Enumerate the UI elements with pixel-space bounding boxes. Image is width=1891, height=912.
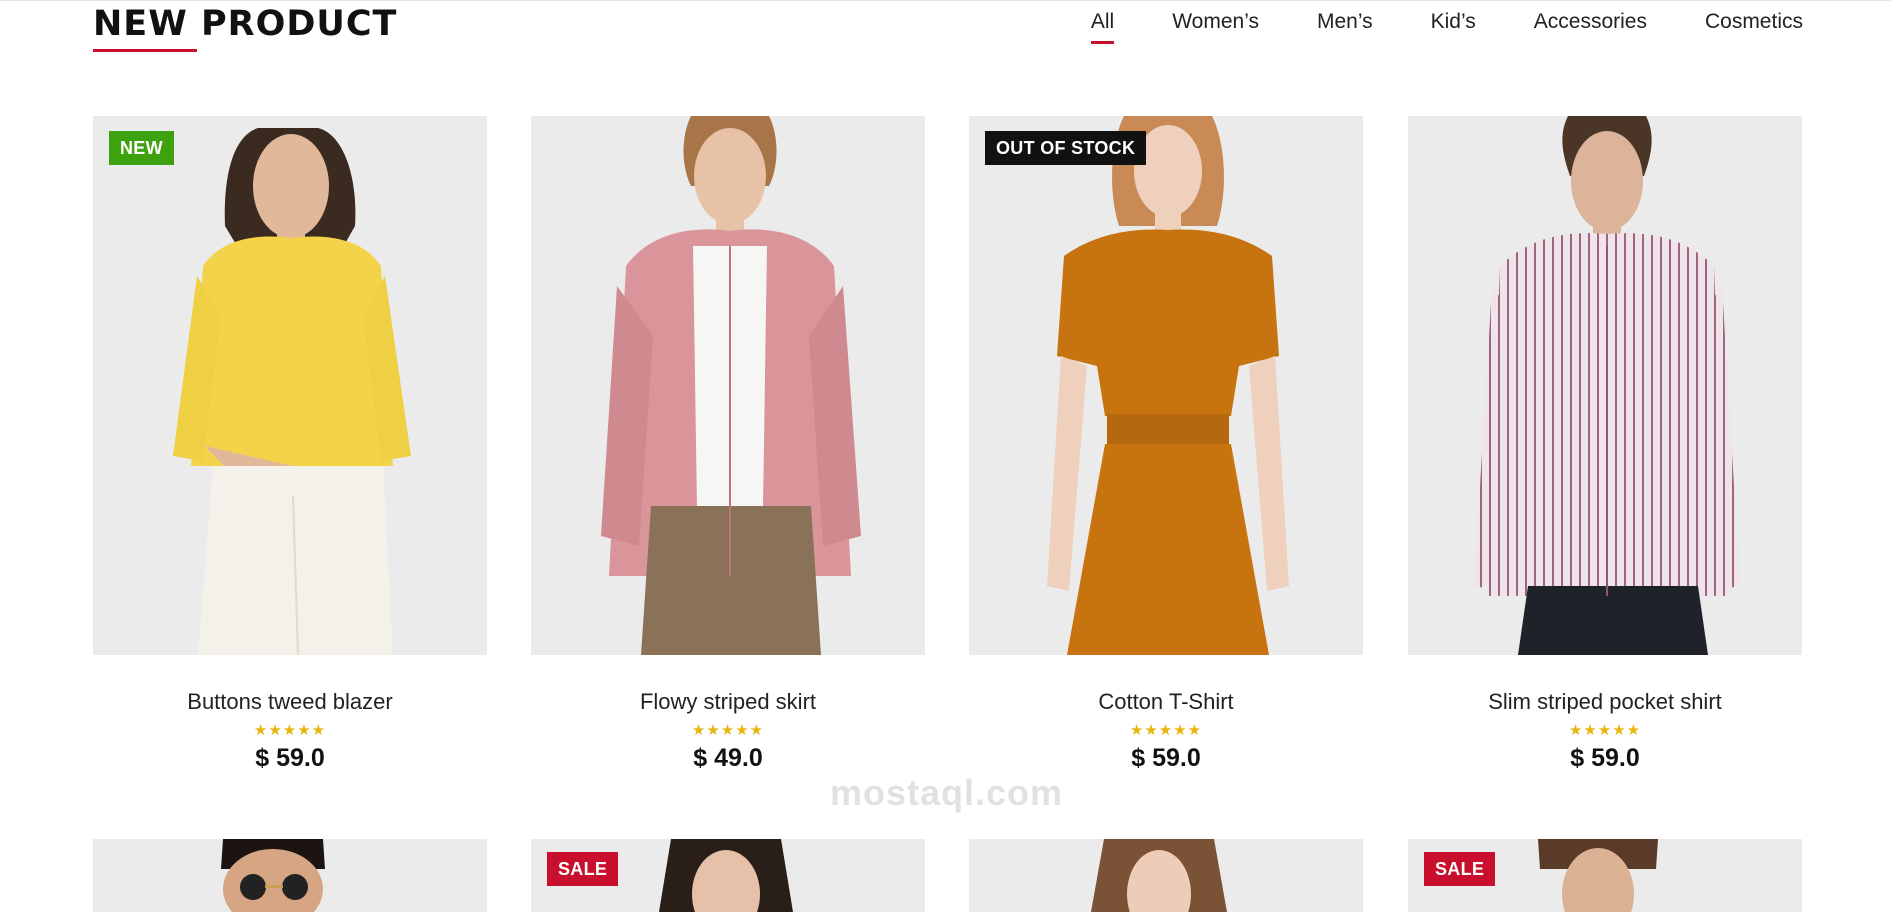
product-price: $ 59.0 [255,744,325,772]
filter-tab-all[interactable]: All [1090,9,1115,44]
product-name[interactable]: Cotton T-Shirt [969,689,1363,715]
section-title-underline [93,49,197,52]
star-rating-icon: ★★★★★ [1129,722,1203,739]
model-woman-illustration [1091,839,1227,912]
badge-out-of-stock: OUT OF STOCK [985,131,1147,165]
product-image[interactable] [531,116,925,655]
product-card[interactable] [969,839,1363,912]
product-image[interactable]: OUT OF STOCK [969,116,1363,655]
filter-tab-mens[interactable]: Men’s [1317,9,1373,35]
product-card[interactable]: SALE [1408,839,1802,912]
category-filter-tabs: All Women’s Men’s Kid’s Accessories Cosm… [1090,9,1803,44]
model-yellow-top-illustration [173,128,411,655]
badge-sale: SALE [547,852,619,886]
star-rating-icon: ★★★★★ [691,722,765,739]
filter-tab-kids[interactable]: Kid’s [1431,9,1476,35]
product-card[interactable]: Flowy striped skirt ★★★★★ $ 49.0 [531,116,925,773]
model-sunglasses-illustration [221,839,325,912]
product-name[interactable]: Buttons tweed blazer [93,689,487,715]
filter-tab-womens[interactable]: Women’s [1172,9,1259,35]
product-image[interactable]: SALE [1408,839,1802,912]
product-price: $ 59.0 [1131,744,1201,772]
product-image[interactable]: SALE [531,839,925,912]
product-image[interactable]: NEW [93,116,487,655]
badge-new: NEW [109,131,174,165]
filter-tab-accessories[interactable]: Accessories [1534,9,1647,35]
product-card[interactable]: Slim striped pocket shirt ★★★★★ $ 59.0 [1408,116,1802,773]
star-rating-icon: ★★★★★ [253,722,327,739]
filter-tab-cosmetics[interactable]: Cosmetics [1705,9,1803,35]
model-striped-shirt-illustration [1474,116,1740,655]
star-rating-icon: ★★★★★ [1568,722,1642,739]
product-card[interactable]: OUT OF STOCK Cotton T-Shirt ★★★★★ $ 59.0 [969,116,1363,773]
product-name[interactable]: Slim striped pocket shirt [1408,689,1802,715]
section-title: NEW PRODUCT [93,4,398,44]
product-price: $ 49.0 [693,744,763,772]
model-orange-dress-illustration [1047,116,1289,655]
product-card[interactable] [93,839,487,912]
watermark-text: mostaql.com [830,772,1064,813]
product-image[interactable] [93,839,487,912]
model-pink-shirt-illustration [601,116,861,655]
product-card[interactable]: SALE [531,839,925,912]
top-divider [0,0,1891,1]
product-name[interactable]: Flowy striped skirt [531,689,925,715]
product-card[interactable]: NEW Buttons tweed blazer ★★★★★ $ 59.0 [93,116,487,773]
product-price: $ 59.0 [1570,744,1640,772]
product-image[interactable] [969,839,1363,912]
badge-sale: SALE [1424,852,1496,886]
product-image[interactable] [1408,116,1802,655]
